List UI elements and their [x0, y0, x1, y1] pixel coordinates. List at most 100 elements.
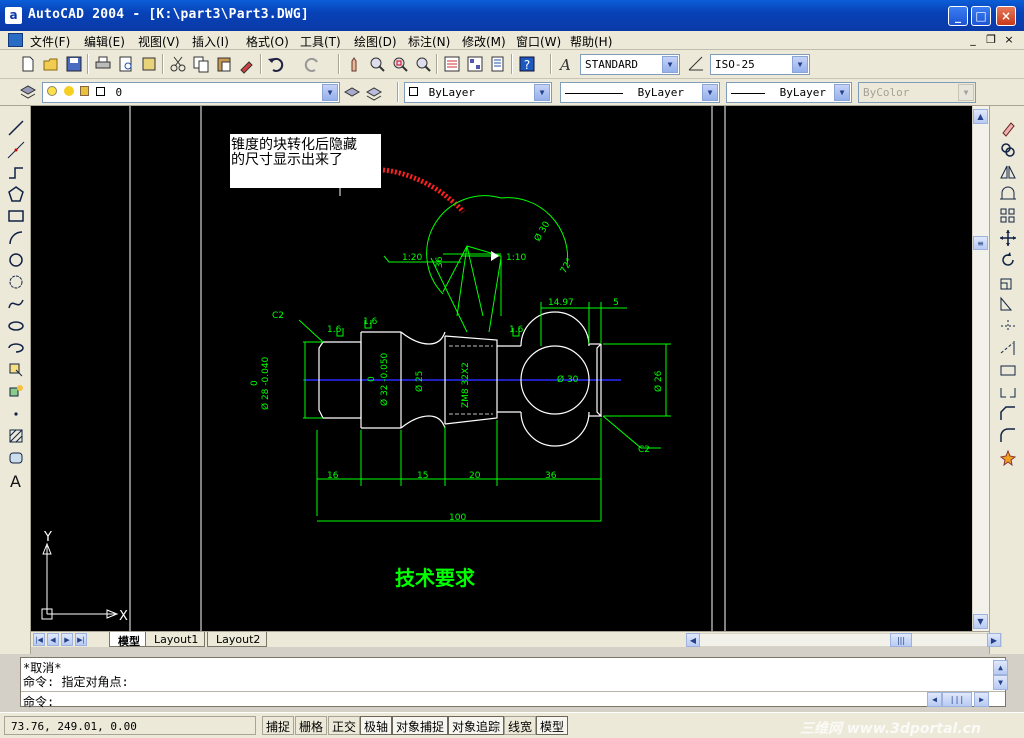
properties-icon[interactable] — [442, 54, 462, 74]
ellipse-icon[interactable] — [6, 316, 26, 336]
cmd-scroll-right-icon[interactable]: ▶ — [974, 692, 989, 707]
autocad-app-icon[interactable]: a — [5, 7, 22, 24]
fillet-icon[interactable] — [998, 426, 1018, 446]
coordinate-readout[interactable]: 73.76, 249.01, 0.00 — [4, 716, 256, 735]
chamfer-icon[interactable] — [998, 404, 1018, 424]
lineweight-select[interactable]: ByLayer ▼ — [726, 82, 852, 103]
plot-preview-icon[interactable] — [116, 54, 136, 74]
trim-icon[interactable] — [998, 316, 1018, 336]
chevron-down-icon[interactable]: ▼ — [534, 84, 550, 101]
vertical-scrollbar[interactable]: ▲ ≡ ▼ — [972, 106, 989, 631]
help-icon[interactable]: ? — [517, 54, 537, 74]
offset-icon[interactable] — [998, 184, 1018, 204]
command-window[interactable]: *取消* 命令: 指定对角点: 命令: ▲ ▼ ◀ ||| ▶ — [20, 657, 1008, 709]
chevron-down-icon[interactable]: ▼ — [834, 84, 850, 101]
undo-icon[interactable] — [266, 54, 286, 74]
model-toggle[interactable]: 模型 — [536, 716, 569, 735]
open-folder-icon[interactable] — [41, 54, 61, 74]
osnap-toggle[interactable]: 对象捕捉 — [392, 716, 449, 735]
snap-toggle[interactable]: 捕捉 — [262, 716, 295, 735]
close-button[interactable]: × — [996, 6, 1016, 26]
layer-manager-icon[interactable] — [18, 82, 38, 102]
rectangle-icon[interactable] — [6, 206, 26, 226]
spline-icon[interactable] — [6, 294, 26, 314]
explode-icon[interactable] — [998, 448, 1018, 468]
scroll-right-icon[interactable]: ▶ — [987, 633, 1001, 647]
mirror-icon[interactable] — [998, 162, 1018, 182]
linetype-select[interactable]: ByLayer ▼ — [560, 82, 720, 103]
maximize-button[interactable]: □ — [971, 6, 991, 26]
menu-modify[interactable]: 修改(M) — [462, 33, 506, 50]
scroll-up-icon[interactable]: ▲ — [973, 109, 988, 124]
zoom-window-icon[interactable] — [390, 54, 410, 74]
break-icon[interactable] — [998, 382, 1018, 402]
drawing-canvas[interactable]: 锥度的块转化后隐藏 的尺寸显示出来了 C2 1.6 1.6 1.6 1:20 1… — [31, 106, 972, 631]
polygon-icon[interactable] — [6, 184, 26, 204]
make-current-layer-icon[interactable] — [342, 82, 362, 102]
multiline-text-icon[interactable]: A — [6, 470, 26, 491]
copy-object-icon[interactable] — [998, 140, 1018, 160]
insert-block-icon[interactable] — [6, 360, 26, 380]
command-input[interactable]: 命令: — [21, 691, 1005, 709]
cmd-hscroll-thumb[interactable]: ||| — [942, 692, 972, 707]
doc-restore-button[interactable]: ❐ — [983, 33, 999, 47]
layer-previous-icon[interactable] — [364, 82, 384, 102]
color-select[interactable]: ByLayer ▼ — [404, 82, 552, 103]
grid-toggle[interactable]: 栅格 — [295, 716, 328, 735]
prev-tab-icon[interactable]: ◀ — [47, 633, 59, 646]
array-icon[interactable] — [998, 206, 1018, 226]
menu-insert[interactable]: 插入(I) — [192, 33, 229, 50]
tab-layout2[interactable]: Layout2 — [207, 632, 268, 647]
otrack-toggle[interactable]: 对象追踪 — [448, 716, 505, 735]
minimize-button[interactable]: _ — [948, 6, 968, 26]
next-tab-icon[interactable]: ▶ — [61, 633, 73, 646]
first-tab-icon[interactable]: |◀ — [33, 633, 45, 646]
print-icon[interactable] — [93, 54, 113, 74]
paste-icon[interactable] — [214, 54, 234, 74]
cmd-scroll-up-icon[interactable]: ▲ — [993, 660, 1008, 675]
chevron-down-icon[interactable]: ▼ — [702, 84, 718, 101]
text-style-select[interactable]: STANDARD ▼ — [580, 54, 680, 75]
erase-icon[interactable] — [998, 118, 1018, 138]
layer-select[interactable]: 0 ▼ — [42, 82, 340, 103]
menu-draw[interactable]: 绘图(D) — [354, 33, 397, 50]
zoom-previous-icon[interactable] — [413, 54, 433, 74]
publish-icon[interactable] — [139, 54, 159, 74]
redo-icon[interactable] — [302, 54, 322, 74]
text-style-icon[interactable]: A — [556, 54, 576, 74]
extend-icon[interactable] — [998, 338, 1018, 358]
scroll-left-icon[interactable]: ◀ — [686, 633, 700, 647]
lineweight-toggle[interactable]: 线宽 — [504, 716, 537, 735]
menu-help[interactable]: 帮助(H) — [570, 33, 612, 50]
point-icon[interactable] — [6, 404, 26, 424]
polyline-icon[interactable] — [6, 162, 26, 182]
ortho-toggle[interactable]: 正交 — [328, 716, 361, 735]
last-tab-icon[interactable]: ▶| — [75, 633, 87, 646]
design-center-icon[interactable] — [465, 54, 485, 74]
menu-tools[interactable]: 工具(T) — [300, 33, 341, 50]
new-file-icon[interactable] — [18, 54, 38, 74]
tool-palettes-icon[interactable] — [488, 54, 508, 74]
break-at-point-icon[interactable] — [998, 360, 1018, 380]
chevron-down-icon[interactable]: ▼ — [322, 84, 338, 101]
title-bar[interactable]: a AutoCAD 2004 - [K:\part3\Part3.DWG] _ … — [0, 0, 1024, 31]
make-block-icon[interactable] — [6, 382, 26, 402]
match-properties-icon[interactable] — [237, 54, 257, 74]
hatch-icon[interactable] — [6, 426, 26, 446]
menu-edit[interactable]: 编辑(E) — [84, 33, 125, 50]
dimension-style-select[interactable]: ISO-25 ▼ — [710, 54, 810, 75]
scale-icon[interactable] — [998, 272, 1018, 292]
chevron-down-icon[interactable]: ▼ — [662, 56, 678, 73]
scroll-down-icon[interactable]: ▼ — [973, 614, 988, 629]
cut-icon[interactable] — [168, 54, 188, 74]
region-icon[interactable] — [6, 448, 26, 468]
stretch-icon[interactable] — [998, 294, 1018, 314]
tab-layout1[interactable]: Layout1 — [145, 632, 206, 647]
menu-dimension[interactable]: 标注(N) — [408, 33, 450, 50]
hscroll-thumb[interactable]: ||| — [890, 633, 912, 647]
menu-window[interactable]: 窗口(W) — [516, 33, 561, 50]
copy-icon[interactable] — [191, 54, 211, 74]
dimension-style-icon[interactable] — [686, 54, 706, 74]
arc-icon[interactable] — [6, 228, 26, 248]
zoom-realtime-icon[interactable] — [367, 54, 387, 74]
